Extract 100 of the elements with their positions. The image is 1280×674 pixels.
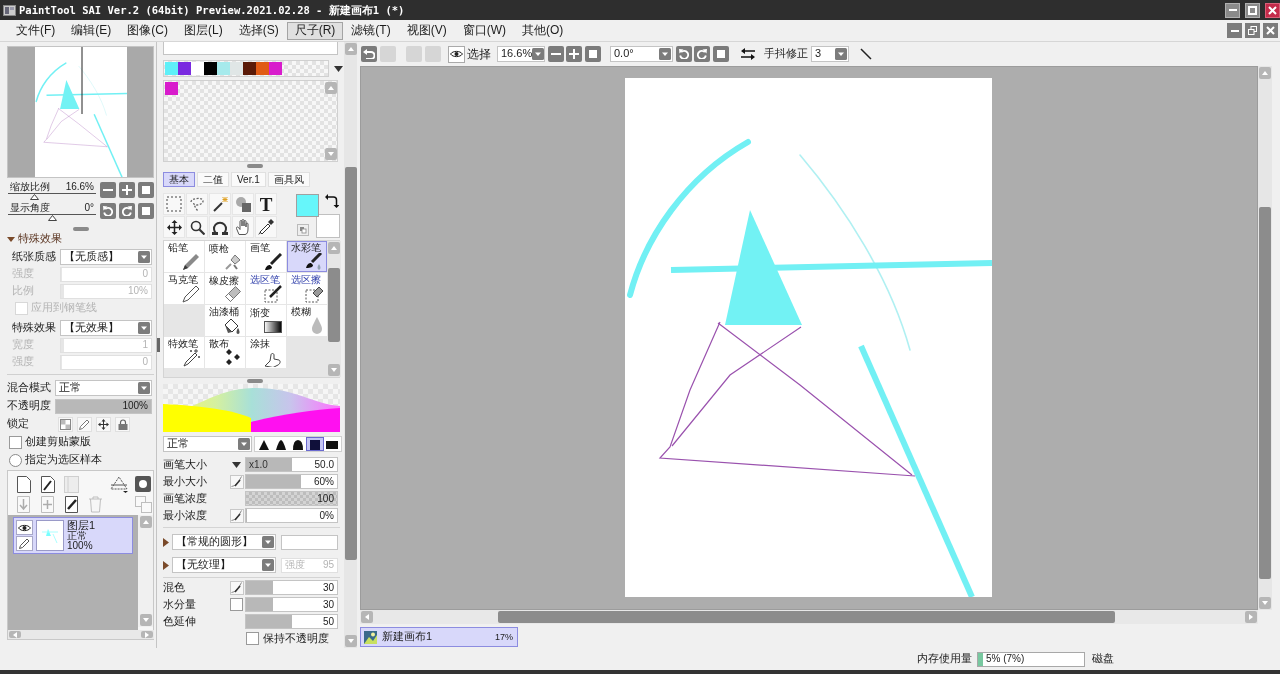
reset-zoom-button[interactable]	[585, 46, 601, 62]
tool-button[interactable]	[209, 216, 231, 238]
menu-item[interactable]: 选择(S)	[230, 21, 287, 40]
brush-preset[interactable]: 马克笔	[164, 273, 204, 304]
scroll-down-button[interactable]	[328, 364, 340, 376]
menu-item[interactable]: 视图(V)	[398, 21, 455, 40]
scroll-up-button[interactable]	[324, 82, 337, 94]
stabilizer-dropdown[interactable]: 3	[811, 46, 849, 62]
zoom-dropdown[interactable]: 16.6%	[497, 46, 545, 62]
background-color-box[interactable]	[316, 214, 340, 238]
color-mixer[interactable]	[163, 384, 340, 432]
slider-thumb[interactable]	[47, 215, 57, 221]
zoom-in-button[interactable]	[566, 46, 582, 62]
vertical-scrollbar[interactable]	[327, 241, 341, 377]
scrollbar-thumb[interactable]	[1259, 207, 1271, 579]
reset-rotation-button[interactable]	[138, 203, 154, 219]
dropdown[interactable]: 【无质感】	[60, 249, 152, 265]
slider-field[interactable]: 30	[245, 597, 338, 612]
selection-visibility-button[interactable]	[448, 45, 465, 63]
pressure-toggle[interactable]	[229, 474, 244, 489]
menu-item[interactable]: 窗口(W)	[454, 21, 514, 40]
tab[interactable]: Ver.1	[231, 172, 266, 187]
splitter-handle[interactable]	[72, 227, 89, 231]
document-tab[interactable]: 新建画布1 17%	[360, 627, 518, 647]
dropdown[interactable]: 【无效果】	[60, 320, 152, 336]
menu-item[interactable]: 图像(C)	[119, 21, 176, 40]
undo-button[interactable]	[361, 46, 377, 62]
visibility-toggle[interactable]	[16, 520, 33, 535]
swatch-icon[interactable]	[165, 62, 178, 75]
angle-dropdown[interactable]: 0.0°	[610, 46, 673, 62]
brush-preset[interactable]: 渐变	[246, 305, 286, 336]
scroll-down-button[interactable]	[139, 614, 152, 626]
horizontal-scrollbar[interactable]	[8, 630, 154, 639]
flip-button[interactable]	[740, 46, 756, 62]
brush-preset[interactable]: 喷枪	[205, 241, 245, 272]
slider-thumb[interactable]	[29, 194, 39, 200]
swatch-icon[interactable]	[165, 82, 178, 95]
scrollbar-thumb[interactable]	[498, 611, 1115, 623]
slider-track[interactable]	[8, 193, 96, 199]
palette-menu-button[interactable]	[334, 65, 343, 72]
tool-button[interactable]	[255, 216, 277, 238]
slider-field[interactable]: 100%	[55, 398, 152, 414]
swatch-icon[interactable]	[178, 62, 191, 75]
scroll-left-button[interactable]	[9, 631, 21, 638]
brush-preset[interactable]: 涂抹	[246, 337, 286, 368]
brush-tip-button[interactable]	[307, 438, 323, 450]
scroll-right-button[interactable]	[1245, 611, 1257, 623]
splitter-handle[interactable]	[247, 379, 263, 383]
brush-shape-dropdown[interactable]: 【常规的圆形】	[172, 534, 276, 550]
swatch-icon[interactable]	[217, 62, 230, 75]
brush-preset[interactable]: 铅笔	[164, 241, 204, 272]
scrollbar-thumb[interactable]	[345, 167, 357, 560]
maximize-button[interactable]	[1245, 2, 1260, 18]
swatch-icon[interactable]	[191, 62, 204, 75]
checkbox[interactable]	[246, 632, 259, 645]
radio-button[interactable]	[9, 453, 22, 467]
swatch-icon[interactable]	[204, 62, 217, 75]
scrollbar-thumb[interactable]	[328, 268, 340, 342]
splitter-handle[interactable]	[247, 164, 263, 168]
scroll-down-button[interactable]	[324, 148, 337, 160]
blend-mode-dropdown[interactable]: 正常	[55, 380, 152, 396]
section-header[interactable]: 特殊效果	[7, 232, 62, 245]
tab[interactable]: 二值	[197, 172, 229, 187]
tab[interactable]: 基本	[163, 172, 195, 187]
rotate-left-button[interactable]	[676, 46, 692, 62]
layer-tool-button[interactable]	[132, 474, 154, 494]
vertical-scrollbar[interactable]	[138, 515, 153, 627]
menu-item[interactable]: 编辑(E)	[63, 21, 120, 40]
slider-track[interactable]	[8, 214, 96, 220]
swap-arrows-icon[interactable]	[325, 194, 339, 208]
vertical-scrollbar[interactable]	[1258, 66, 1272, 610]
menu-item[interactable]: 滤镜(T)	[343, 21, 399, 40]
swatch-icon[interactable]	[230, 62, 243, 75]
scroll-up-button[interactable]	[139, 516, 152, 528]
brush-preset[interactable]: 选区笔	[246, 273, 286, 304]
pen-toggle[interactable]	[16, 536, 33, 551]
tool-button[interactable]	[186, 216, 208, 238]
restore-button[interactable]	[1245, 23, 1260, 38]
zoom-out-button[interactable]	[100, 182, 116, 198]
brush-tip-button[interactable]	[290, 438, 306, 450]
brush-preset[interactable]: 油漆桶	[205, 305, 245, 336]
zoom-out-button[interactable]	[548, 46, 564, 62]
close-button[interactable]	[1265, 2, 1280, 18]
slider-field[interactable]: x1.0 50.0	[245, 457, 338, 472]
brush-preset[interactable]: 水彩笔	[287, 241, 327, 272]
scroll-right-button[interactable]	[141, 631, 153, 638]
checkbox[interactable]	[9, 435, 22, 449]
scroll-down-button[interactable]	[1259, 597, 1271, 609]
scroll-up-button[interactable]	[345, 43, 357, 55]
swatch-icon[interactable]	[243, 62, 256, 75]
input-field[interactable]	[163, 42, 338, 55]
vertical-scrollbar[interactable]	[324, 81, 337, 161]
menu-item[interactable]: 其他(O)	[514, 21, 572, 40]
foreground-color-box[interactable]	[296, 194, 319, 217]
scroll-left-button[interactable]	[361, 611, 373, 623]
brush-tip-button[interactable]	[324, 438, 340, 450]
slider-field[interactable]: 60%	[245, 474, 338, 489]
brush-preset[interactable]: 画笔	[246, 241, 286, 272]
brush-tip-button[interactable]	[273, 438, 289, 450]
menu-item[interactable]: 文件(F)	[8, 21, 64, 40]
